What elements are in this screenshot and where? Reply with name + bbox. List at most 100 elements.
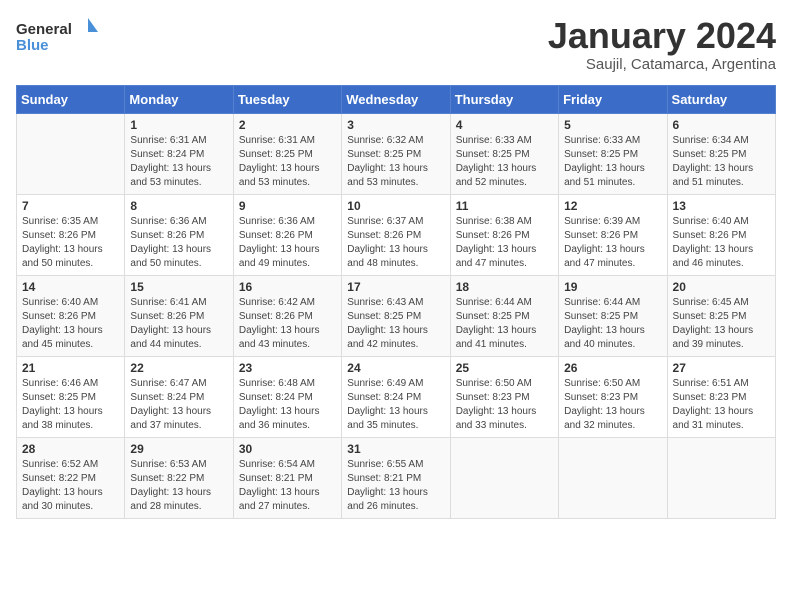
cell-info: Sunrise: 6:46 AM Sunset: 8:25 PM Dayligh… — [22, 377, 119, 433]
calendar-cell: 2 Sunrise: 6:31 AM Sunset: 8:25 PM Daylig… — [233, 113, 341, 194]
calendar-body: 1 Sunrise: 6:31 AM Sunset: 8:24 PM Daylig… — [17, 113, 776, 518]
calendar-cell: 4Sunrise: 6:33 AM Sunset: 8:25 PM Daylig… — [450, 113, 558, 194]
cell-info: Sunrise: 6:38 AM Sunset: 8:26 PM Dayligh… — [456, 215, 553, 271]
cell-info: Sunrise: 6:48 AM Sunset: 8:24 PM Dayligh… — [239, 377, 336, 433]
cell-info: Sunrise: 6:44 AM Sunset: 8:25 PM Dayligh… — [564, 296, 661, 352]
calendar-day-header: Saturday — [667, 85, 775, 113]
day-number: 23 — [239, 361, 336, 375]
calendar-week-row: 21 Sunrise: 6:46 AM Sunset: 8:25 PM Dayli… — [17, 356, 776, 437]
cell-info: Sunrise: 6:49 AM Sunset: 8:24 PM Dayligh… — [347, 377, 444, 433]
day-number: 4 — [456, 118, 553, 132]
day-number: 14 — [22, 280, 119, 294]
day-number: 8 — [130, 199, 227, 213]
calendar-week-row: 14 Sunrise: 6:40 AM Sunset: 8:26 PM Dayli… — [17, 275, 776, 356]
day-number: 6 — [673, 118, 770, 132]
calendar-cell: 5 Sunrise: 6:33 AM Sunset: 8:25 PM Daylig… — [559, 113, 667, 194]
cell-info: Sunrise: 6:50 AM Sunset: 8:23 PM Dayligh… — [456, 377, 553, 433]
day-number: 30 — [239, 442, 336, 456]
cell-info: Sunrise: 6:31 AM Sunset: 8:24 PM Dayligh… — [130, 134, 227, 190]
calendar-cell: 23 Sunrise: 6:48 AM Sunset: 8:24 PM Dayli… — [233, 356, 341, 437]
cell-info: Sunrise: 6:42 AM Sunset: 8:26 PM Dayligh… — [239, 296, 336, 352]
day-number: 5 — [564, 118, 661, 132]
day-number: 3 — [347, 118, 444, 132]
calendar-cell: 12 Sunrise: 6:39 AM Sunset: 8:26 PM Dayli… — [559, 194, 667, 275]
day-number: 2 — [239, 118, 336, 132]
calendar-day-header: Thursday — [450, 85, 558, 113]
cell-info: Sunrise: 6:35 AM Sunset: 8:26 PM Dayligh… — [22, 215, 119, 271]
day-number: 10 — [347, 199, 444, 213]
logo: General Blue — [16, 16, 106, 56]
calendar-week-row: 7Sunrise: 6:35 AM Sunset: 8:26 PM Daylig… — [17, 194, 776, 275]
calendar-cell: 9 Sunrise: 6:36 AM Sunset: 8:26 PM Daylig… — [233, 194, 341, 275]
calendar-day-header: Sunday — [17, 85, 125, 113]
calendar-cell: 1 Sunrise: 6:31 AM Sunset: 8:24 PM Daylig… — [125, 113, 233, 194]
cell-info: Sunrise: 6:40 AM Sunset: 8:26 PM Dayligh… — [673, 215, 770, 271]
day-number: 15 — [130, 280, 227, 294]
calendar-day-header: Wednesday — [342, 85, 450, 113]
svg-text:Blue: Blue — [16, 37, 49, 54]
calendar-cell: 30 Sunrise: 6:54 AM Sunset: 8:21 PM Dayli… — [233, 437, 341, 518]
cell-info: Sunrise: 6:33 AM Sunset: 8:25 PM Dayligh… — [564, 134, 661, 190]
day-number: 25 — [456, 361, 553, 375]
cell-info: Sunrise: 6:52 AM Sunset: 8:22 PM Dayligh… — [22, 458, 119, 514]
cell-info: Sunrise: 6:54 AM Sunset: 8:21 PM Dayligh… — [239, 458, 336, 514]
cell-info: Sunrise: 6:55 AM Sunset: 8:21 PM Dayligh… — [347, 458, 444, 514]
calendar-cell: 28 Sunrise: 6:52 AM Sunset: 8:22 PM Dayli… — [17, 437, 125, 518]
calendar-week-row: 1 Sunrise: 6:31 AM Sunset: 8:24 PM Daylig… — [17, 113, 776, 194]
calendar-cell: 13 Sunrise: 6:40 AM Sunset: 8:26 PM Dayli… — [667, 194, 775, 275]
cell-info: Sunrise: 6:36 AM Sunset: 8:26 PM Dayligh… — [239, 215, 336, 271]
calendar-cell: 27 Sunrise: 6:51 AM Sunset: 8:23 PM Dayli… — [667, 356, 775, 437]
calendar-cell: 16Sunrise: 6:42 AM Sunset: 8:26 PM Dayli… — [233, 275, 341, 356]
cell-info: Sunrise: 6:43 AM Sunset: 8:25 PM Dayligh… — [347, 296, 444, 352]
day-number: 27 — [673, 361, 770, 375]
cell-info: Sunrise: 6:50 AM Sunset: 8:23 PM Dayligh… — [564, 377, 661, 433]
day-number: 21 — [22, 361, 119, 375]
calendar-cell: 6 Sunrise: 6:34 AM Sunset: 8:25 PM Daylig… — [667, 113, 775, 194]
day-number: 20 — [673, 280, 770, 294]
day-number: 9 — [239, 199, 336, 213]
day-number: 28 — [22, 442, 119, 456]
cell-info: Sunrise: 6:51 AM Sunset: 8:23 PM Dayligh… — [673, 377, 770, 433]
calendar-cell: 7Sunrise: 6:35 AM Sunset: 8:26 PM Daylig… — [17, 194, 125, 275]
logo-svg: General Blue — [16, 16, 106, 56]
day-number: 13 — [673, 199, 770, 213]
day-number: 31 — [347, 442, 444, 456]
cell-info: Sunrise: 6:39 AM Sunset: 8:26 PM Dayligh… — [564, 215, 661, 271]
day-number: 12 — [564, 199, 661, 213]
calendar-cell: 14 Sunrise: 6:40 AM Sunset: 8:26 PM Dayli… — [17, 275, 125, 356]
calendar-cell: 8 Sunrise: 6:36 AM Sunset: 8:26 PM Daylig… — [125, 194, 233, 275]
calendar-cell: 22 Sunrise: 6:47 AM Sunset: 8:24 PM Dayli… — [125, 356, 233, 437]
page-header: General Blue January 2024 Saujil, Catama… — [16, 16, 776, 73]
day-number: 19 — [564, 280, 661, 294]
calendar-table: SundayMondayTuesdayWednesdayThursdayFrid… — [16, 85, 776, 519]
cell-info: Sunrise: 6:37 AM Sunset: 8:26 PM Dayligh… — [347, 215, 444, 271]
calendar-day-header: Tuesday — [233, 85, 341, 113]
month-title: January 2024 — [548, 16, 776, 56]
calendar-cell: 26 Sunrise: 6:50 AM Sunset: 8:23 PM Dayli… — [559, 356, 667, 437]
calendar-cell: 24Sunrise: 6:49 AM Sunset: 8:24 PM Dayli… — [342, 356, 450, 437]
cell-info: Sunrise: 6:40 AM Sunset: 8:26 PM Dayligh… — [22, 296, 119, 352]
cell-info: Sunrise: 6:44 AM Sunset: 8:25 PM Dayligh… — [456, 296, 553, 352]
calendar-cell: 21 Sunrise: 6:46 AM Sunset: 8:25 PM Dayli… — [17, 356, 125, 437]
cell-info: Sunrise: 6:31 AM Sunset: 8:25 PM Dayligh… — [239, 134, 336, 190]
day-number: 26 — [564, 361, 661, 375]
calendar-cell: 20Sunrise: 6:45 AM Sunset: 8:25 PM Dayli… — [667, 275, 775, 356]
calendar-cell: 11 Sunrise: 6:38 AM Sunset: 8:26 PM Dayli… — [450, 194, 558, 275]
day-number: 18 — [456, 280, 553, 294]
cell-info: Sunrise: 6:47 AM Sunset: 8:24 PM Dayligh… — [130, 377, 227, 433]
cell-info: Sunrise: 6:32 AM Sunset: 8:25 PM Dayligh… — [347, 134, 444, 190]
calendar-day-header: Friday — [559, 85, 667, 113]
calendar-week-row: 28 Sunrise: 6:52 AM Sunset: 8:22 PM Dayli… — [17, 437, 776, 518]
calendar-day-header: Monday — [125, 85, 233, 113]
calendar-cell: 31 Sunrise: 6:55 AM Sunset: 8:21 PM Dayli… — [342, 437, 450, 518]
day-number: 11 — [456, 199, 553, 213]
calendar-cell — [559, 437, 667, 518]
location-subtitle: Saujil, Catamarca, Argentina — [548, 56, 776, 73]
day-number: 17 — [347, 280, 444, 294]
cell-info: Sunrise: 6:41 AM Sunset: 8:26 PM Dayligh… — [130, 296, 227, 352]
calendar-header-row: SundayMondayTuesdayWednesdayThursdayFrid… — [17, 85, 776, 113]
day-number: 1 — [130, 118, 227, 132]
day-number: 22 — [130, 361, 227, 375]
cell-info: Sunrise: 6:36 AM Sunset: 8:26 PM Dayligh… — [130, 215, 227, 271]
cell-info: Sunrise: 6:34 AM Sunset: 8:25 PM Dayligh… — [673, 134, 770, 190]
